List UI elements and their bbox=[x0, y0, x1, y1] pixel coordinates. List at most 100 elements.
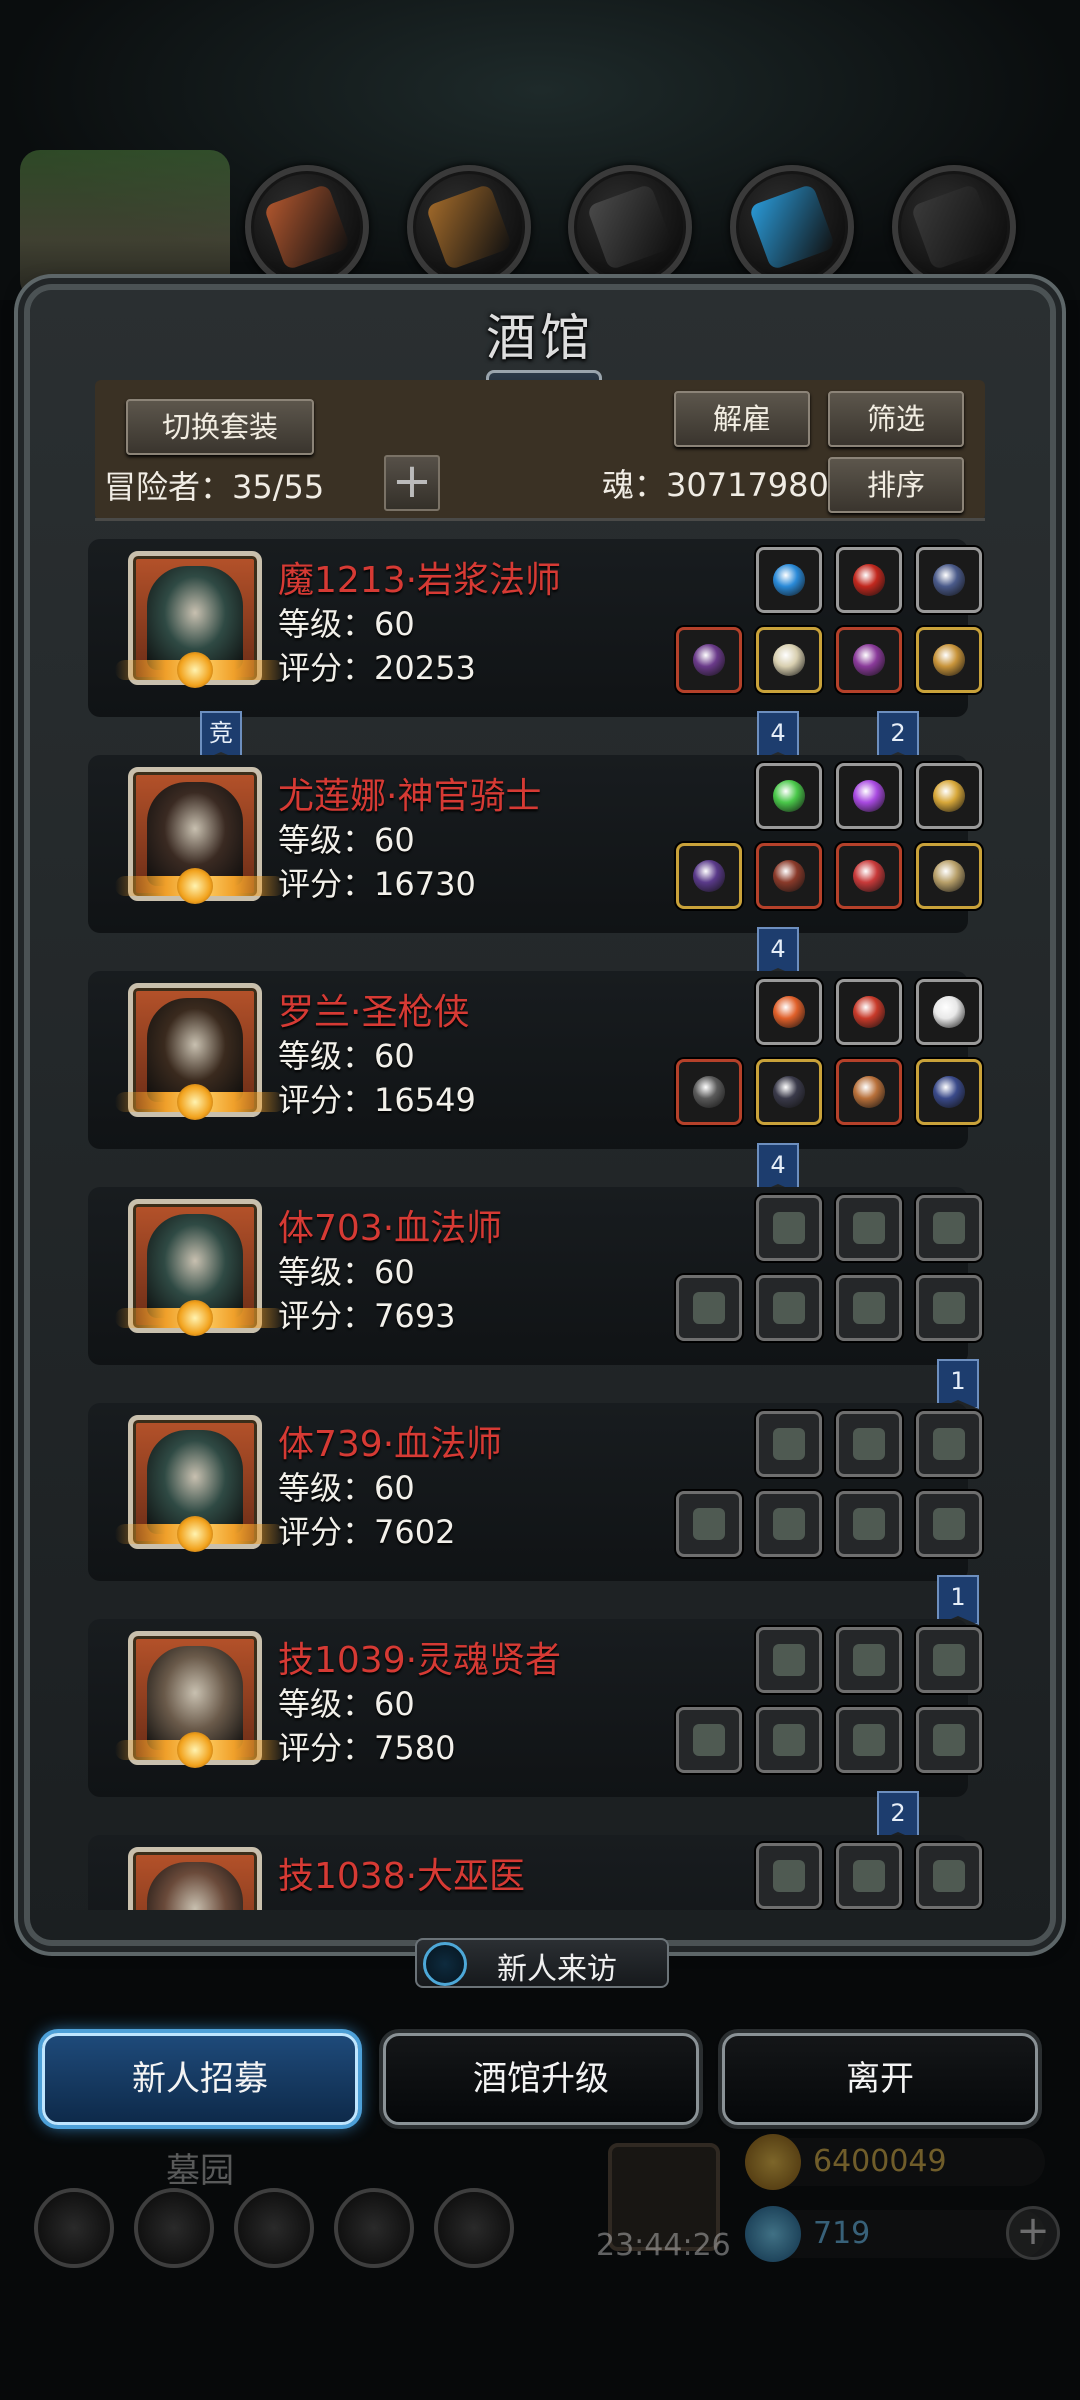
empty-gear-slot[interactable] bbox=[916, 1195, 982, 1261]
gear-slot[interactable] bbox=[916, 843, 982, 909]
gear-slot[interactable] bbox=[916, 763, 982, 829]
empty-gear-slot[interactable] bbox=[836, 1843, 902, 1909]
hero-list[interactable]: 魔1213·岩浆法师 等级：60 评分：20253 竞 4 2 尤莲娜·神官骑士 等级：60 评… bbox=[80, 525, 1000, 1910]
mail-icon[interactable] bbox=[334, 2188, 414, 2268]
hero-portrait[interactable] bbox=[128, 1847, 262, 1910]
hero-portrait[interactable] bbox=[115, 551, 285, 688]
wing-icon bbox=[933, 996, 965, 1028]
empty-slot-icon bbox=[773, 1428, 805, 1460]
empty-gear-slot[interactable] bbox=[756, 1195, 822, 1261]
empty-gear-slot[interactable] bbox=[836, 1627, 902, 1693]
hero-card[interactable]: 技1039·灵魂贤者 等级：60 评分：7580 bbox=[88, 1619, 982, 1797]
gear-slot[interactable] bbox=[836, 843, 902, 909]
sort-button[interactable]: 排序 bbox=[828, 457, 964, 513]
gear-slot[interactable] bbox=[756, 843, 822, 909]
empty-gear-slot[interactable] bbox=[756, 1627, 822, 1693]
empty-slot-icon bbox=[773, 1292, 805, 1324]
gear-slot[interactable] bbox=[916, 979, 982, 1045]
gem-amount: 719 bbox=[813, 2216, 871, 2251]
empty-slot-icon bbox=[693, 1292, 725, 1324]
leave-button[interactable]: 离开 bbox=[722, 2033, 1038, 2125]
empty-gear-slot[interactable] bbox=[756, 1491, 822, 1557]
hero-level: 等级：60 bbox=[278, 821, 415, 859]
gear-slot[interactable] bbox=[916, 1059, 982, 1125]
empty-slot-icon bbox=[933, 1212, 965, 1244]
gear-slot[interactable] bbox=[836, 547, 902, 613]
soul-count: 魂：30717980 bbox=[602, 466, 829, 504]
settings-gear-icon[interactable] bbox=[34, 2188, 114, 2268]
hero-portrait[interactable] bbox=[115, 983, 285, 1120]
empty-gear-slot[interactable] bbox=[916, 1491, 982, 1557]
empty-gear-slot[interactable] bbox=[836, 1275, 902, 1341]
gear-slot[interactable] bbox=[756, 763, 822, 829]
wood-log-icon-shape bbox=[263, 183, 351, 271]
stone-block-icon bbox=[892, 165, 1016, 289]
empty-gear-slot[interactable] bbox=[756, 1411, 822, 1477]
gear-slot[interactable] bbox=[756, 547, 822, 613]
hero-card[interactable]: 罗兰·圣枪侠 等级：60 评分：16549 bbox=[88, 971, 982, 1149]
gear-slot[interactable] bbox=[916, 627, 982, 693]
empty-gear-slot[interactable] bbox=[756, 1843, 822, 1909]
empty-gear-slot[interactable] bbox=[836, 1491, 902, 1557]
empty-slot-icon bbox=[693, 1508, 725, 1540]
gear-slot[interactable] bbox=[756, 627, 822, 693]
empty-gear-slot[interactable] bbox=[756, 1275, 822, 1341]
gear-slot[interactable] bbox=[676, 843, 742, 909]
stone-block-icon-shape bbox=[910, 183, 998, 271]
gear-slot[interactable] bbox=[916, 547, 982, 613]
gear-slot[interactable] bbox=[836, 627, 902, 693]
hero-card[interactable]: 体703·血法师 等级：60 评分：7693 bbox=[88, 1187, 982, 1365]
empty-gear-slot[interactable] bbox=[916, 1411, 982, 1477]
gear-slot[interactable] bbox=[676, 1059, 742, 1125]
amulet-icon bbox=[853, 644, 885, 676]
new-visitor-banner[interactable]: 新人来访 bbox=[415, 1938, 669, 1988]
empty-slot-icon bbox=[773, 1860, 805, 1892]
empty-gear-slot[interactable] bbox=[836, 1411, 902, 1477]
empty-gear-slot[interactable] bbox=[756, 1707, 822, 1773]
star-rank-icon bbox=[177, 1516, 213, 1552]
empty-slot-icon bbox=[853, 1644, 885, 1676]
empty-gear-slot[interactable] bbox=[676, 1491, 742, 1557]
gear-slot[interactable] bbox=[756, 1059, 822, 1125]
iron-ingot-icon bbox=[568, 165, 692, 289]
hero-card[interactable]: 尤莲娜·神官骑士 等级：60 评分：16730 bbox=[88, 755, 982, 933]
pendant-icon bbox=[853, 860, 885, 892]
dice-icon[interactable] bbox=[434, 2188, 514, 2268]
empty-gear-slot[interactable] bbox=[836, 1195, 902, 1261]
empty-gear-slot[interactable] bbox=[676, 1707, 742, 1773]
tavern-upgrade-button[interactable]: 酒馆升级 bbox=[383, 2033, 699, 2125]
gear-slot[interactable] bbox=[756, 979, 822, 1045]
hero-portrait[interactable] bbox=[115, 767, 285, 904]
scroll-icon[interactable] bbox=[234, 2188, 314, 2268]
red-gem-icon bbox=[853, 564, 885, 596]
empty-slot-icon bbox=[933, 1428, 965, 1460]
add-adventurer-slot-button[interactable]: + bbox=[384, 455, 440, 511]
header-divider bbox=[95, 518, 985, 521]
hero-card[interactable]: 体739·血法师 等级：60 评分：7602 bbox=[88, 1403, 982, 1581]
gear-slot[interactable] bbox=[836, 763, 902, 829]
empty-gear-slot[interactable] bbox=[916, 1843, 982, 1909]
hero-portrait[interactable] bbox=[115, 1199, 285, 1336]
star-badge-icon[interactable] bbox=[134, 2188, 214, 2268]
empty-gear-slot[interactable] bbox=[916, 1707, 982, 1773]
recruit-button[interactable]: 新人招募 bbox=[42, 2033, 358, 2125]
gear-slot[interactable] bbox=[836, 979, 902, 1045]
gear-slot[interactable] bbox=[836, 1059, 902, 1125]
switch-outfit-button[interactable]: 切换套装 bbox=[126, 399, 314, 455]
empty-gear-slot[interactable] bbox=[836, 1707, 902, 1773]
dismiss-button[interactable]: 解雇 bbox=[674, 391, 810, 447]
hero-portrait[interactable] bbox=[115, 1415, 285, 1552]
empty-gear-slot[interactable] bbox=[916, 1627, 982, 1693]
hero-portrait[interactable] bbox=[115, 1631, 285, 1768]
rank-tag: 竞 bbox=[200, 711, 242, 761]
add-gem-button[interactable]: + bbox=[1006, 2206, 1060, 2260]
hero-card[interactable]: 魔1213·岩浆法师 等级：60 评分：20253 bbox=[88, 539, 982, 717]
empty-gear-slot[interactable] bbox=[676, 1275, 742, 1341]
hero-card[interactable]: 技1038·大巫医 bbox=[88, 1835, 982, 1910]
filter-button[interactable]: 筛选 bbox=[828, 391, 964, 447]
empty-gear-slot[interactable] bbox=[916, 1275, 982, 1341]
vest-icon bbox=[773, 860, 805, 892]
staff-icon bbox=[693, 644, 725, 676]
empty-slot-icon bbox=[773, 1212, 805, 1244]
gear-slot[interactable] bbox=[676, 627, 742, 693]
